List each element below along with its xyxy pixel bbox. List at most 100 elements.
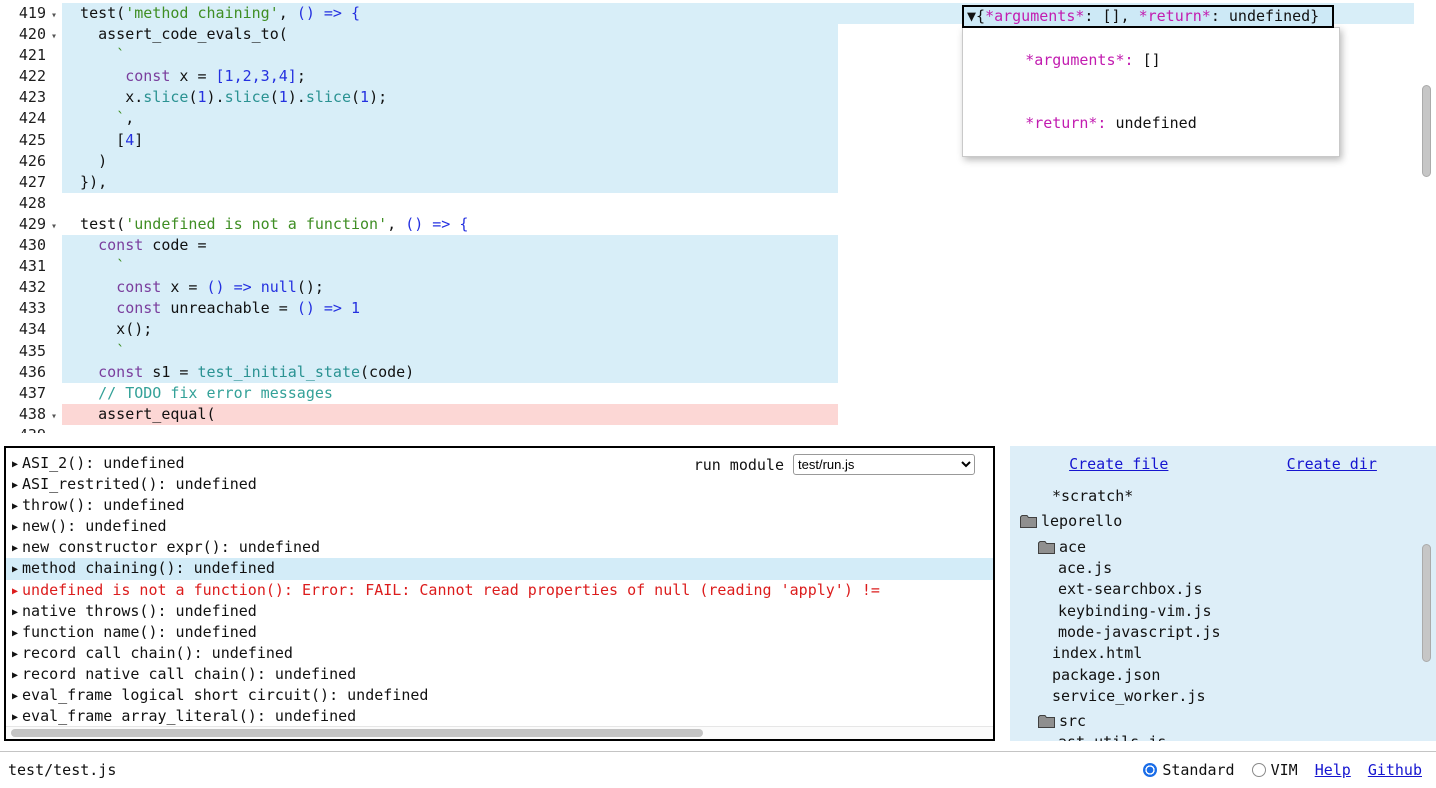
code-line[interactable]: 438▾ assert_equal( <box>0 404 1436 425</box>
expand-triangle-icon[interactable]: ▶ <box>12 686 18 706</box>
expand-triangle-icon[interactable]: ▶ <box>12 517 18 537</box>
tree-item-ace[interactable]: ace <box>1010 537 1436 558</box>
code-text[interactable]: ` <box>62 46 125 64</box>
run-module-select[interactable]: test/run.js <box>793 454 975 475</box>
fold-icon[interactable]: ▾ <box>46 5 62 26</box>
log-item[interactable]: ▶record native call chain(): undefined <box>6 664 993 685</box>
expand-triangle-icon[interactable]: ▶ <box>12 623 18 643</box>
tree-item-ast-utils-js[interactable]: ast_utils.js <box>1010 732 1436 741</box>
line-number: 438 <box>0 404 46 425</box>
keybinding-radio-standard[interactable]: Standard <box>1143 761 1234 779</box>
logs-horizontal-scrollbar[interactable] <box>6 726 993 739</box>
tree-item-label: service_worker.js <box>1052 686 1206 707</box>
log-item[interactable]: ▶method chaining(): undefined <box>6 558 993 579</box>
create-file-link[interactable]: Create file <box>1069 455 1168 473</box>
expand-triangle-icon[interactable]: ▶ <box>12 475 18 495</box>
github-link[interactable]: Github <box>1368 761 1422 779</box>
tree-item-label: leporello <box>1041 511 1122 532</box>
files-scrollbar-thumb[interactable] <box>1422 544 1431 662</box>
code-text[interactable]: x(); <box>62 320 152 338</box>
code-text[interactable]: assert_code_evals_to( <box>62 25 288 43</box>
code-text[interactable]: assert_equal( <box>62 405 216 423</box>
line-number: 434 <box>0 319 46 340</box>
log-item[interactable]: ▶new constructor expr(): undefined <box>6 537 993 558</box>
code-editor[interactable]: 419▾ test('method chaining', () => {420▾… <box>0 0 1436 433</box>
code-text[interactable]: }), <box>62 173 107 191</box>
code-line[interactable]: 428 <box>0 193 1436 214</box>
tree-item-ext-searchbox-js[interactable]: ext-searchbox.js <box>1010 579 1436 600</box>
code-line[interactable]: 430 const code = <box>0 235 1436 256</box>
log-item[interactable]: ▶eval_frame logical short circuit(): und… <box>6 685 993 706</box>
line-number: 431 <box>0 256 46 277</box>
code-text[interactable]: ` <box>62 342 125 360</box>
code-text[interactable]: x.slice(1).slice(1).slice(1); <box>62 88 387 106</box>
keybinding-radio-vim[interactable]: VIM <box>1252 761 1298 779</box>
expand-triangle-icon[interactable]: ▶ <box>12 707 18 727</box>
expand-triangle-icon[interactable]: ▶ <box>12 581 18 601</box>
code-text[interactable]: `, <box>62 109 134 127</box>
code-line[interactable]: 427 }), <box>0 172 1436 193</box>
tree-item-mode-javascript-js[interactable]: mode-javascript.js <box>1010 622 1436 643</box>
expand-triangle-icon[interactable]: ▶ <box>12 665 18 685</box>
code-line[interactable]: 436 const s1 = test_initial_state(code) <box>0 362 1436 383</box>
fold-icon[interactable]: ▾ <box>46 26 62 47</box>
tree-item-service-worker-js[interactable]: service_worker.js <box>1010 686 1436 707</box>
code-line[interactable]: 435 ` <box>0 341 1436 362</box>
inspector-header-text: : undefined} <box>1211 7 1319 25</box>
code-line[interactable]: 429▾ test('undefined is not a function',… <box>0 214 1436 235</box>
expand-triangle-icon[interactable]: ▶ <box>12 538 18 558</box>
fold-icon[interactable]: ▾ <box>46 216 62 237</box>
fold-icon[interactable]: ▾ <box>46 406 62 427</box>
code-line[interactable]: 439 <box>0 425 1436 433</box>
code-line[interactable]: 431 ` <box>0 256 1436 277</box>
tree-item-package-json[interactable]: package.json <box>1010 664 1436 685</box>
log-item[interactable]: ▶new(): undefined <box>6 516 993 537</box>
code-text[interactable]: const s1 = test_initial_state(code) <box>62 363 414 381</box>
line-number: 423 <box>0 87 46 108</box>
editor-scrollbar-thumb[interactable] <box>1422 85 1431 177</box>
code-line[interactable]: 437 // TODO fix error messages <box>0 383 1436 404</box>
line-number: 435 <box>0 341 46 362</box>
code-text[interactable]: const x = () => null(); <box>62 278 324 296</box>
expand-triangle-icon[interactable]: ▶ <box>12 559 18 579</box>
tree-item-index-html[interactable]: index.html <box>1010 643 1436 664</box>
log-item[interactable]: ▶record call chain(): undefined <box>6 643 993 664</box>
expand-triangle-icon[interactable]: ▶ <box>12 496 18 516</box>
status-bar: test/test.js StandardVIM Help Github <box>0 751 1436 787</box>
expand-triangle-icon[interactable]: ▶ <box>12 644 18 664</box>
execution-highlight <box>62 151 838 172</box>
create-dir-link[interactable]: Create dir <box>1287 455 1377 473</box>
code-text[interactable]: const code = <box>62 236 207 254</box>
log-item[interactable]: ▶undefined is not a function(): Error: F… <box>6 580 993 601</box>
expand-triangle-icon[interactable]: ▶ <box>12 454 18 474</box>
code-line[interactable]: 434 x(); <box>0 319 1436 340</box>
inspector-row-return[interactable]: *return*:undefined <box>963 92 1339 155</box>
tree-item-scratch[interactable]: *scratch* <box>1010 486 1436 507</box>
code-text[interactable]: ) <box>62 152 107 170</box>
code-text[interactable]: const x = [1,2,3,4]; <box>62 67 306 85</box>
log-item[interactable]: ▶function name(): undefined <box>6 622 993 643</box>
log-item[interactable]: ▶throw(): undefined <box>6 495 993 516</box>
code-text[interactable]: [4] <box>62 131 143 149</box>
code-text[interactable]: test('method chaining', () => { <box>62 4 360 22</box>
code-text[interactable]: test('undefined is not a function', () =… <box>62 215 468 233</box>
log-item[interactable]: ▶ASI_restrited(): undefined <box>6 474 993 495</box>
expand-triangle-icon[interactable]: ▶ <box>12 602 18 622</box>
tree-item-src[interactable]: src <box>1010 711 1436 732</box>
code-line[interactable]: 432 const x = () => null(); <box>0 277 1436 298</box>
help-link[interactable]: Help <box>1315 761 1351 779</box>
log-item[interactable]: ▶eval_frame array_literal(): undefined <box>6 706 993 727</box>
inspector-row-arguments[interactable]: *arguments*:[] <box>963 29 1339 92</box>
tree-item-ace-js[interactable]: ace.js <box>1010 558 1436 579</box>
code-text[interactable]: const unreachable = () => 1 <box>62 299 360 317</box>
value-inspector-header[interactable]: ▼{*arguments*: [], *return*: undefined} <box>962 5 1334 28</box>
logs-hscrollbar-thumb[interactable] <box>11 729 703 737</box>
tree-item-keybinding-vim-js[interactable]: keybinding-vim.js <box>1010 600 1436 621</box>
line-number: 433 <box>0 298 46 319</box>
tree-item-leporello[interactable]: leporello <box>1010 511 1436 532</box>
code-text[interactable]: // TODO fix error messages <box>62 384 333 402</box>
test-result-list: ▶ASI_2(): undefined▶ASI_restrited(): und… <box>6 448 993 727</box>
code-line[interactable]: 433 const unreachable = () => 1 <box>0 298 1436 319</box>
code-text[interactable]: ` <box>62 257 125 275</box>
log-item[interactable]: ▶native throws(): undefined <box>6 601 993 622</box>
